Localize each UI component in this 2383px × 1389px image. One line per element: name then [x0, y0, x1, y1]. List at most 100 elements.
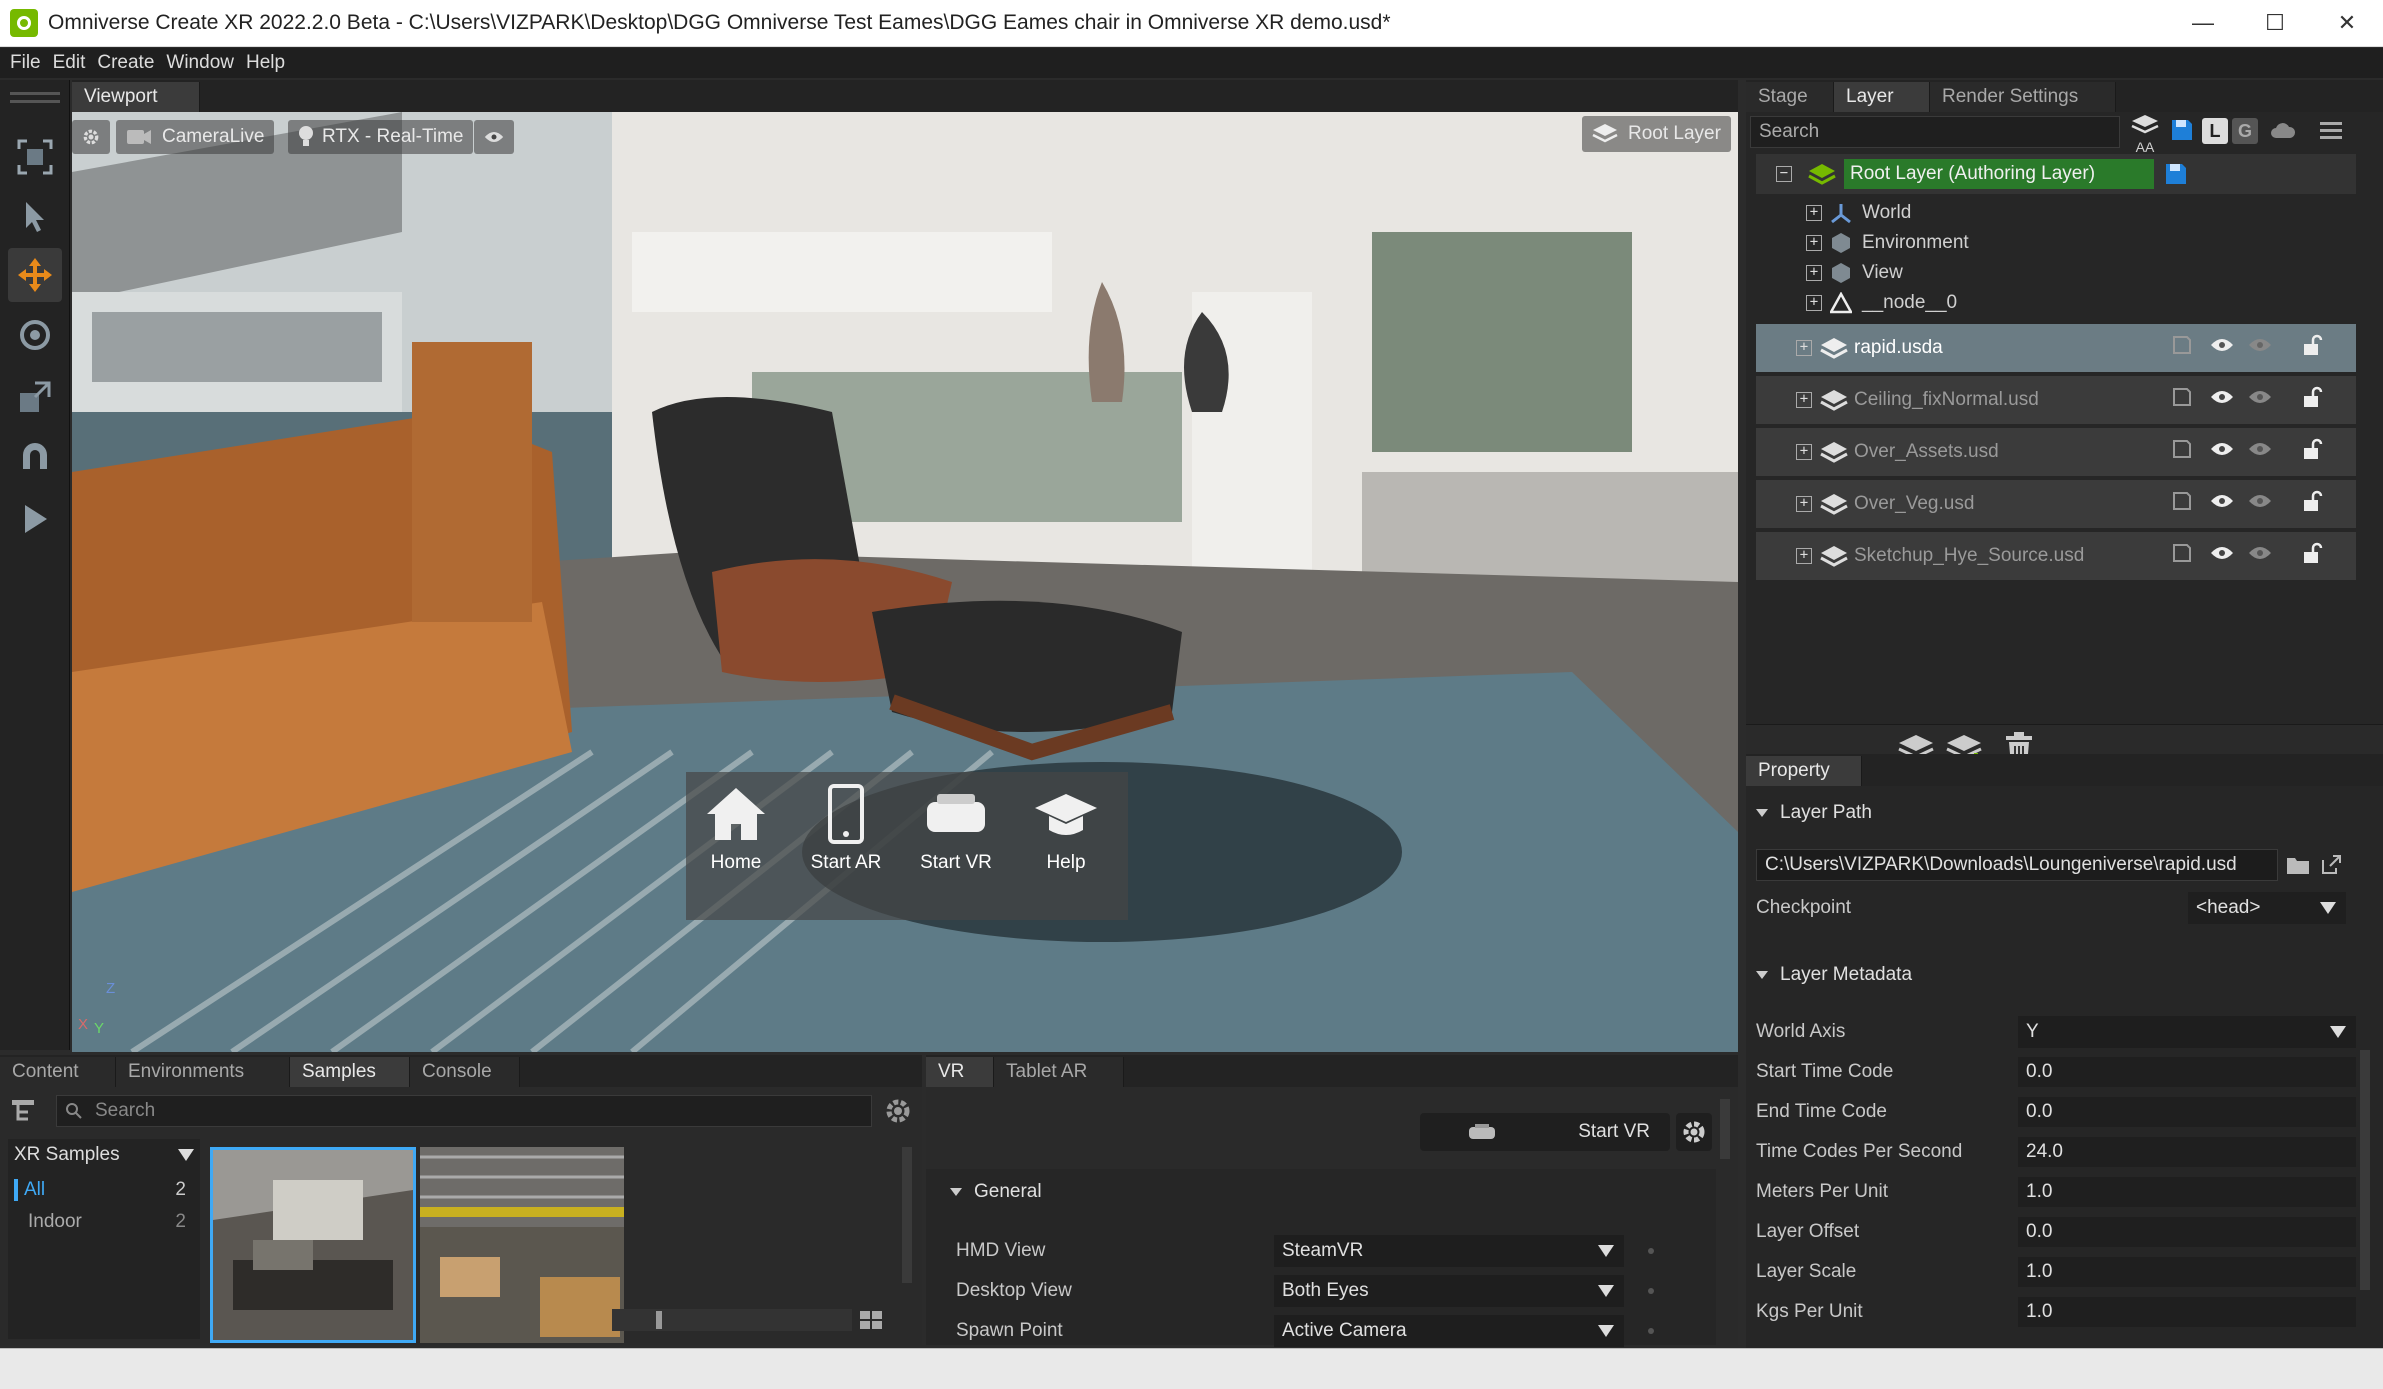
- folder-icon[interactable]: [2286, 855, 2310, 875]
- viewport-settings-button[interactable]: [72, 120, 110, 154]
- save-icon[interactable]: [2164, 162, 2188, 186]
- field-input[interactable]: 24.0: [2018, 1137, 2356, 1167]
- unlock-icon[interactable]: [2302, 542, 2324, 570]
- expand-icon[interactable]: +: [1806, 265, 1822, 281]
- expand-icon[interactable]: +: [1806, 235, 1822, 251]
- tab-samples[interactable]: Samples: [290, 1057, 410, 1087]
- save-icon[interactable]: [2172, 491, 2192, 517]
- xr-help-button[interactable]: Help: [1016, 784, 1116, 874]
- menu-edit[interactable]: Edit: [53, 52, 86, 74]
- grid-view-button[interactable]: [860, 1311, 882, 1334]
- slider-handle[interactable]: [656, 1311, 662, 1329]
- local-layer-toggle[interactable]: L: [2202, 118, 2228, 144]
- tree-item-view[interactable]: + View: [1806, 258, 1903, 288]
- maximize-button[interactable]: ☐: [2239, 0, 2311, 46]
- tab-environments[interactable]: Environments: [116, 1057, 290, 1087]
- tab-console[interactable]: Console: [410, 1057, 520, 1087]
- live-sync-button[interactable]: [2270, 120, 2296, 145]
- xr-home-button[interactable]: Home: [686, 784, 786, 874]
- expand-icon[interactable]: +: [1796, 340, 1812, 356]
- tree-item-node[interactable]: + __node__0: [1806, 288, 1957, 318]
- root-layer-row[interactable]: − Root Layer (Authoring Layer): [1756, 154, 2356, 194]
- camera-select-button[interactable]: CameraLive: [116, 120, 275, 154]
- field-input[interactable]: 0.0: [2018, 1217, 2356, 1247]
- sublayer-row-ceiling[interactable]: + Ceiling_fixNormal.usd: [1756, 376, 2356, 424]
- tab-vr[interactable]: VR: [926, 1057, 994, 1087]
- tab-viewport[interactable]: Viewport: [72, 82, 200, 112]
- save-icon[interactable]: [2172, 387, 2192, 413]
- layer-search-input[interactable]: Search: [1750, 116, 2120, 148]
- eye-icon[interactable]: [2248, 337, 2272, 359]
- tab-render-settings[interactable]: Render Settings: [1930, 82, 2116, 112]
- category-item-indoor[interactable]: Indoor 2: [8, 1207, 200, 1237]
- vr-settings-button[interactable]: [1676, 1113, 1712, 1151]
- expand-icon[interactable]: +: [1796, 392, 1812, 408]
- samples-scrollbar[interactable]: [902, 1147, 912, 1283]
- eye-icon[interactable]: [2210, 441, 2234, 463]
- menu-file[interactable]: File: [10, 52, 41, 74]
- sample-thumbnail[interactable]: [210, 1147, 416, 1343]
- toolbar-grip[interactable]: [10, 92, 60, 95]
- move-tool-icon[interactable]: [8, 248, 62, 302]
- menu-window[interactable]: Window: [166, 52, 234, 74]
- layer-path-field[interactable]: C:\Users\VIZPARK\Downloads\Loungeniverse…: [1756, 849, 2278, 881]
- tree-toggle-button[interactable]: [10, 1097, 36, 1128]
- sublayer-row-sketchup[interactable]: + Sketchup_Hye_Source.usd: [1756, 532, 2356, 580]
- field-input[interactable]: 0.0: [2018, 1097, 2356, 1127]
- menu-create[interactable]: Create: [97, 52, 154, 74]
- tab-tablet-ar[interactable]: Tablet AR: [994, 1057, 1124, 1087]
- layer-path-section[interactable]: Layer Path: [1756, 802, 1872, 824]
- unlock-icon[interactable]: [2302, 490, 2324, 518]
- close-button[interactable]: ✕: [2311, 0, 2383, 46]
- xr-start-ar-button[interactable]: Start AR: [796, 784, 896, 874]
- save-icon[interactable]: [2172, 335, 2192, 361]
- eye-icon[interactable]: [2210, 337, 2234, 359]
- renderer-select-button[interactable]: RTX - Real-Time: [288, 120, 474, 154]
- save-all-button[interactable]: [2170, 118, 2194, 147]
- minimize-button[interactable]: —: [2167, 0, 2239, 46]
- samples-dropdown[interactable]: XR Samples: [8, 1139, 200, 1171]
- unlock-icon[interactable]: [2302, 386, 2324, 414]
- expand-icon[interactable]: +: [1796, 444, 1812, 460]
- global-layer-toggle[interactable]: G: [2232, 118, 2258, 144]
- expand-icon[interactable]: +: [1806, 205, 1822, 221]
- eye-icon[interactable]: [2248, 493, 2272, 515]
- eye-icon[interactable]: [2248, 389, 2272, 411]
- root-layer-button[interactable]: Root Layer: [1582, 116, 1731, 152]
- field-input[interactable]: 1.0: [2018, 1257, 2356, 1287]
- rotate-tool-icon[interactable]: [8, 308, 62, 362]
- save-icon[interactable]: [2172, 543, 2192, 569]
- collapse-icon[interactable]: −: [1776, 166, 1792, 182]
- expand-icon[interactable]: +: [1796, 496, 1812, 512]
- visibility-button[interactable]: [474, 120, 514, 154]
- property-scrollbar[interactable]: [2360, 1050, 2370, 1290]
- snap-magnet-icon[interactable]: [8, 430, 62, 484]
- sublayer-row-over-assets[interactable]: + Over_Assets.usd: [1756, 428, 2356, 476]
- layer-metadata-section[interactable]: Layer Metadata: [1756, 964, 1912, 986]
- open-external-icon[interactable]: [2320, 854, 2342, 876]
- eye-icon[interactable]: [2248, 441, 2272, 463]
- menu-help[interactable]: Help: [246, 52, 285, 74]
- checkpoint-dropdown[interactable]: <head>: [2188, 892, 2346, 924]
- eye-icon[interactable]: [2210, 545, 2234, 567]
- unlock-icon[interactable]: [2302, 334, 2324, 362]
- scale-tool-icon[interactable]: [8, 370, 62, 424]
- unlock-icon[interactable]: [2302, 438, 2324, 466]
- tab-property[interactable]: Property: [1746, 756, 1862, 786]
- xr-start-vr-button[interactable]: Start VR: [906, 784, 1006, 874]
- eye-icon[interactable]: [2210, 389, 2234, 411]
- field-input[interactable]: 1.0: [2018, 1177, 2356, 1207]
- vr-scrollbar[interactable]: [1720, 1099, 1730, 1159]
- samples-search-input[interactable]: Search: [56, 1095, 872, 1127]
- category-item-all[interactable]: All 2: [8, 1175, 200, 1205]
- eye-icon[interactable]: [2210, 493, 2234, 515]
- tab-stage[interactable]: Stage: [1746, 82, 1834, 112]
- start-vr-button[interactable]: Start VR: [1420, 1113, 1670, 1151]
- save-icon[interactable]: [2172, 439, 2192, 465]
- eye-icon[interactable]: [2248, 545, 2272, 567]
- sample-thumbnail[interactable]: [420, 1147, 624, 1343]
- play-icon[interactable]: [8, 492, 62, 546]
- spawn-point-dropdown[interactable]: Active Camera: [1274, 1315, 1624, 1347]
- frame-select-icon[interactable]: [8, 130, 62, 184]
- thumbnail-size-slider[interactable]: [612, 1309, 852, 1331]
